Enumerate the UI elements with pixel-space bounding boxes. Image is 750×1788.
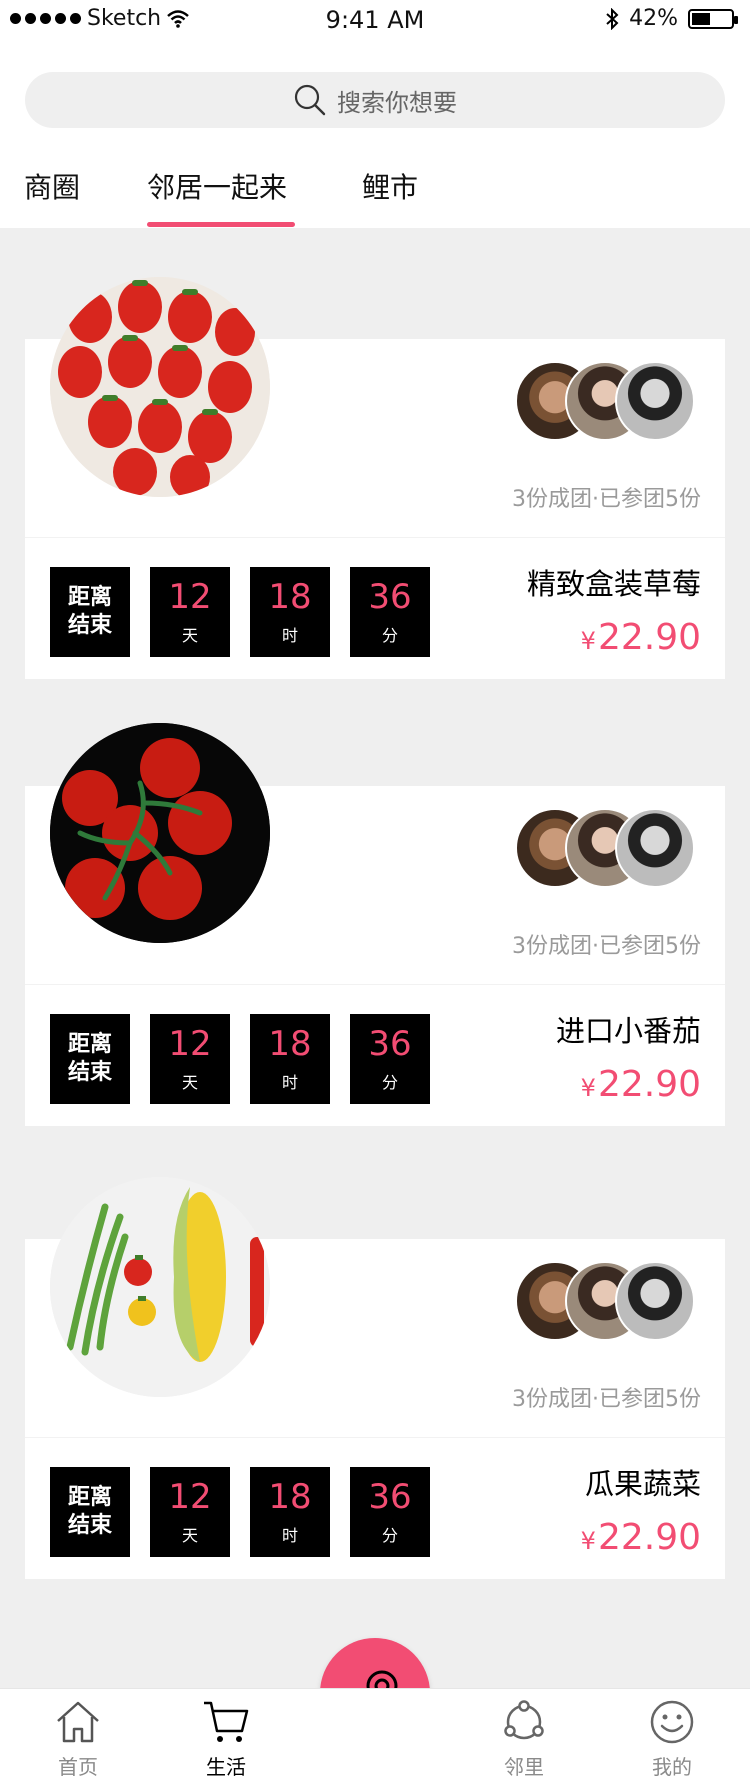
divider xyxy=(25,984,725,985)
divider xyxy=(25,537,725,538)
avatar xyxy=(615,808,695,888)
tab-lishi[interactable]: 鲤市 xyxy=(362,166,418,206)
currency-symbol: ¥ xyxy=(580,1527,596,1555)
nav-profile[interactable]: 我的 xyxy=(622,1699,722,1780)
minutes-value: 36 xyxy=(368,577,412,617)
hours-unit: 时 xyxy=(281,1526,298,1545)
participant-avatars xyxy=(515,361,695,441)
participant-avatars xyxy=(515,808,695,888)
countdown-label-box: 距离结束 xyxy=(50,1467,130,1557)
countdown-timer: 距离结束 12 天 18 时 36 分 xyxy=(50,1467,430,1557)
nav-label: 生活 xyxy=(206,1755,246,1779)
home-icon xyxy=(57,1701,99,1743)
nav-label: 首页 xyxy=(58,1755,98,1779)
header: 搜索你想要 商圈 邻居一起来 鲤市 xyxy=(0,40,750,228)
countdown-minutes: 36 分 xyxy=(350,567,430,657)
battery-icon xyxy=(688,8,738,29)
hours-value: 18 xyxy=(268,1024,312,1064)
bottom-navigation: 首页 生活 邻里 我的 xyxy=(0,1688,750,1788)
participant-avatars xyxy=(515,1261,695,1341)
countdown-label: 距离结束 xyxy=(67,1485,112,1538)
search-icon xyxy=(294,84,326,116)
battery-percent: 42% xyxy=(629,6,678,31)
product-price: ¥22.90 xyxy=(581,617,701,658)
days-value: 12 xyxy=(168,1477,212,1517)
nav-label: 邻里 xyxy=(504,1755,544,1779)
product-price: ¥22.90 xyxy=(581,1064,701,1105)
currency-symbol: ¥ xyxy=(580,627,596,655)
hours-value: 18 xyxy=(268,1477,312,1517)
nav-label: 我的 xyxy=(652,1755,692,1779)
days-unit: 天 xyxy=(181,1073,198,1092)
countdown-minutes: 36 分 xyxy=(350,1467,430,1557)
countdown-minutes: 36 分 xyxy=(350,1014,430,1104)
price-value: 22.90 xyxy=(597,1517,701,1558)
days-value: 12 xyxy=(168,1024,212,1064)
smile-icon xyxy=(650,1700,694,1744)
search-placeholder: 搜索你想要 xyxy=(337,88,457,117)
status-bar: Sketch 9:41 AM 42% xyxy=(0,0,750,40)
active-tab-indicator xyxy=(147,222,295,227)
group-status: 3份成团·已参团5份 xyxy=(512,487,701,512)
countdown-label-box: 距离结束 xyxy=(50,1014,130,1104)
tab-neighbors-together[interactable]: 邻居一起来 xyxy=(147,166,287,206)
nav-neighbors[interactable]: 邻里 xyxy=(474,1699,574,1780)
avatar xyxy=(615,1261,695,1341)
days-unit: 天 xyxy=(181,1526,198,1545)
days-unit: 天 xyxy=(181,626,198,645)
share-network-icon xyxy=(504,1700,544,1740)
hours-unit: 时 xyxy=(281,626,298,645)
minutes-unit: 分 xyxy=(381,1526,398,1545)
countdown-days: 12 天 xyxy=(150,567,230,657)
days-value: 12 xyxy=(168,577,212,617)
countdown-timer: 距离结束 12 天 18 时 36 分 xyxy=(50,1014,430,1104)
bluetooth-icon xyxy=(606,7,619,30)
minutes-value: 36 xyxy=(368,1024,412,1064)
group-status: 3份成团·已参团5份 xyxy=(512,1387,701,1412)
corn-beans-image[interactable] xyxy=(50,1177,270,1397)
strawberries-image[interactable] xyxy=(50,277,270,497)
countdown-label-box: 距离结束 xyxy=(50,567,130,657)
nav-life[interactable]: 生活 xyxy=(176,1699,276,1780)
price-value: 22.90 xyxy=(597,617,701,658)
countdown-hours: 18 时 xyxy=(250,1014,330,1104)
avatar xyxy=(615,361,695,441)
countdown-hours: 18 时 xyxy=(250,567,330,657)
product-name: 精致盒装草莓 xyxy=(526,567,701,601)
countdown-label: 距离结束 xyxy=(67,585,112,638)
hours-value: 18 xyxy=(268,577,312,617)
countdown-hours: 18 时 xyxy=(250,1467,330,1557)
hours-unit: 时 xyxy=(281,1073,298,1092)
group-status: 3份成团·已参团5份 xyxy=(512,934,701,959)
countdown-timer: 距离结束 12 天 18 时 36 分 xyxy=(50,567,430,657)
product-name: 进口小番茄 xyxy=(555,1014,701,1048)
product-price: ¥22.90 xyxy=(581,1517,701,1558)
minutes-value: 36 xyxy=(368,1477,412,1517)
nav-home[interactable]: 首页 xyxy=(28,1699,128,1780)
currency-symbol: ¥ xyxy=(580,1074,596,1102)
minutes-unit: 分 xyxy=(381,626,398,645)
product-name: 瓜果蔬菜 xyxy=(584,1467,701,1501)
price-value: 22.90 xyxy=(597,1064,701,1105)
minutes-unit: 分 xyxy=(381,1073,398,1092)
divider xyxy=(25,1437,725,1438)
countdown-days: 12 天 xyxy=(150,1467,230,1557)
tab-bar: 商圈 邻居一起来 鲤市 xyxy=(0,166,750,228)
countdown-label: 距离结束 xyxy=(67,1032,112,1085)
tab-shangquan[interactable]: 商圈 xyxy=(24,166,80,206)
cart-icon xyxy=(204,1701,249,1742)
status-right: 42% xyxy=(605,6,738,31)
cherry-tomatoes-image[interactable] xyxy=(50,723,270,943)
search-bar[interactable]: 搜索你想要 xyxy=(25,72,725,128)
countdown-days: 12 天 xyxy=(150,1014,230,1104)
